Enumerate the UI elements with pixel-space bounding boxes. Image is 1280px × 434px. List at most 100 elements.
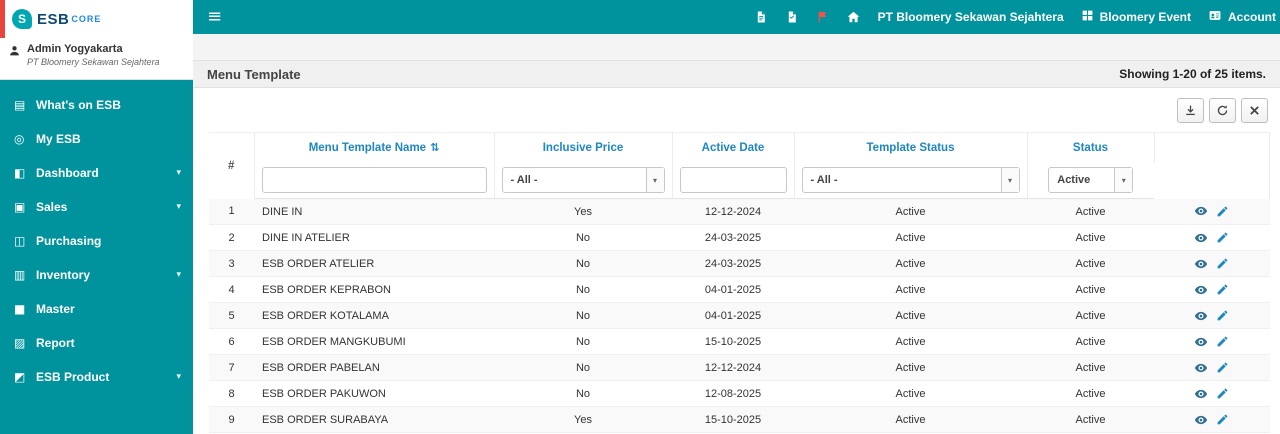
cell-no: 7 (209, 354, 254, 381)
sidebar: S ESB CORE Admin Yogyakarta PT Bloomery … (0, 0, 193, 434)
view-button[interactable] (1194, 361, 1208, 375)
inclusive-price-filter-select[interactable]: - All - ▾ (501, 167, 665, 194)
sort-icon[interactable]: ⇅ (430, 141, 439, 154)
cell-no: 1 (209, 198, 254, 225)
table-row: 2 DINE IN ATELIER No 24-03-2025 Active Active (209, 224, 1270, 251)
sidebar-item-inventory[interactable]: ▥ Inventory ▾ (0, 258, 193, 292)
view-button[interactable] (1194, 283, 1208, 297)
cell-template-status: Active (794, 250, 1027, 277)
cell-inclusive-price: No (494, 250, 672, 277)
whats-on-esb-icon: ▤ (14, 98, 26, 112)
edit-button[interactable] (1216, 361, 1229, 374)
table-header-row: # Menu Template Name ⇅ Inclusive Price Ac… (209, 132, 1270, 199)
cell-status: Active (1027, 224, 1154, 251)
cell-menu-template-name: ESB ORDER PAKUWON (254, 380, 494, 407)
cell-actions (1154, 328, 1270, 355)
sidebar-item-label: Master (36, 302, 75, 316)
home-icon[interactable] (846, 10, 861, 24)
header-template-status: Template Status (794, 132, 1028, 163)
view-button[interactable] (1194, 335, 1208, 349)
navbar-event-label: Bloomery Event (1099, 10, 1191, 24)
header-name-label: Menu Template Name (308, 142, 427, 155)
table-body: 1 DINE IN Yes 12-12-2024 Active Active 2 DINE I… (209, 198, 1270, 433)
edit-button[interactable] (1216, 413, 1229, 426)
cell-menu-template-name: ESB ORDER KOTALAMA (254, 302, 494, 329)
cell-inclusive-price: No (494, 328, 672, 355)
cell-no: 5 (209, 302, 254, 329)
view-button[interactable] (1194, 387, 1208, 401)
table-row: 1 DINE IN Yes 12-12-2024 Active Active (209, 198, 1270, 225)
edit-button[interactable] (1216, 309, 1229, 322)
edit-button[interactable] (1216, 387, 1229, 400)
view-button[interactable] (1194, 204, 1208, 218)
sidebar-item-label: Report (36, 336, 75, 350)
edit-button[interactable] (1216, 231, 1229, 244)
navbar-account-label: Account (1228, 10, 1276, 24)
sidebar-item-report[interactable]: ▨ Report (0, 326, 193, 360)
cell-template-status: Active (794, 354, 1027, 381)
refresh-button[interactable] (1209, 97, 1236, 123)
cell-active-date: 12-08-2025 (672, 380, 794, 407)
edit-button[interactable] (1216, 335, 1229, 348)
view-button[interactable] (1194, 309, 1208, 323)
cell-actions (1154, 406, 1270, 433)
status-filter-select[interactable]: Active ▾ (1048, 167, 1134, 194)
sidebar-item-label: Inventory (36, 268, 91, 282)
page-title: Menu Template (207, 66, 301, 82)
table-row: 3 ESB ORDER ATELIER No 24-03-2025 Active Acti… (209, 250, 1270, 277)
cell-inclusive-price: No (494, 224, 672, 251)
cell-no: 4 (209, 276, 254, 303)
notification-flag-icon[interactable] (816, 10, 829, 24)
sidebar-item-whats-on-esb[interactable]: ▤ What's on ESB (0, 88, 193, 122)
export-button[interactable] (1177, 97, 1204, 123)
cell-actions (1154, 354, 1270, 381)
navbar-company[interactable]: PT Bloomery Sekawan Sejahtera (878, 10, 1064, 24)
sidebar-item-master[interactable]: ■ Master (0, 292, 193, 326)
table-row: 9 ESB ORDER SURABAYA Yes 15-10-2025 Active Ac… (209, 406, 1270, 433)
user-info: Admin Yogyakarta PT Bloomery Sekawan Sej… (0, 38, 193, 80)
edit-button[interactable] (1216, 205, 1229, 218)
sidebar-item-sales[interactable]: ▣ Sales ▾ (0, 190, 193, 224)
cell-inclusive-price: No (494, 276, 672, 303)
cell-inclusive-price: Yes (494, 406, 672, 433)
template-status-filter-value: - All - (810, 174, 838, 187)
cell-no: 6 (209, 328, 254, 355)
file-text-icon[interactable] (754, 10, 768, 24)
header-inclusive-price: Inclusive Price (494, 132, 673, 163)
sidebar-item-esb-product[interactable]: ◩ ESB Product ▾ (0, 360, 193, 394)
view-button[interactable] (1194, 413, 1208, 427)
file-invoice-icon[interactable] (785, 10, 799, 24)
name-filter-input[interactable] (261, 167, 487, 194)
clear-filter-button[interactable] (1241, 97, 1268, 123)
table-row: 7 ESB ORDER PABELAN No 12-12-2024 Active Acti… (209, 354, 1270, 381)
active-date-filter-input[interactable] (679, 167, 787, 194)
view-button[interactable] (1194, 257, 1208, 271)
cell-actions (1154, 302, 1270, 329)
navbar-event[interactable]: Bloomery Event (1081, 9, 1191, 25)
template-status-filter-select[interactable]: - All - ▾ (801, 167, 1020, 194)
cell-status: Active (1027, 198, 1154, 225)
cell-menu-template-name: ESB ORDER KEPRABON (254, 276, 494, 303)
sidebar-item-label: Sales (36, 200, 68, 214)
purchasing-icon: ◫ (14, 234, 26, 248)
cell-active-date: 24-03-2025 (672, 224, 794, 251)
sales-icon: ▣ (14, 200, 26, 214)
sidebar-item-dashboard[interactable]: ◧ Dashboard ▾ (0, 156, 193, 190)
sidebar-item-purchasing[interactable]: ◫ Purchasing (0, 224, 193, 258)
sidebar-item-my-esb[interactable]: ◎ My ESB (0, 122, 193, 156)
hamburger-menu-icon[interactable]: ≡ (207, 8, 222, 26)
cell-template-status: Active (794, 380, 1027, 407)
cell-no: 8 (209, 380, 254, 407)
top-navbar: ≡ PT Bloomery Sekawan Sejahtera Bloomery… (193, 0, 1280, 34)
edit-button[interactable] (1216, 283, 1229, 296)
filter-cell-date (672, 162, 795, 199)
navbar-account[interactable]: Account (1208, 9, 1276, 25)
edit-button[interactable] (1216, 257, 1229, 270)
filter-cell-status: Active ▾ (1027, 162, 1154, 199)
sidebar-item-label: Dashboard (36, 166, 99, 180)
view-button[interactable] (1194, 231, 1208, 245)
header-menu-template-name[interactable]: Menu Template Name ⇅ (254, 132, 495, 163)
cell-template-status: Active (794, 224, 1027, 251)
cell-actions (1154, 276, 1270, 303)
cell-status: Active (1027, 276, 1154, 303)
